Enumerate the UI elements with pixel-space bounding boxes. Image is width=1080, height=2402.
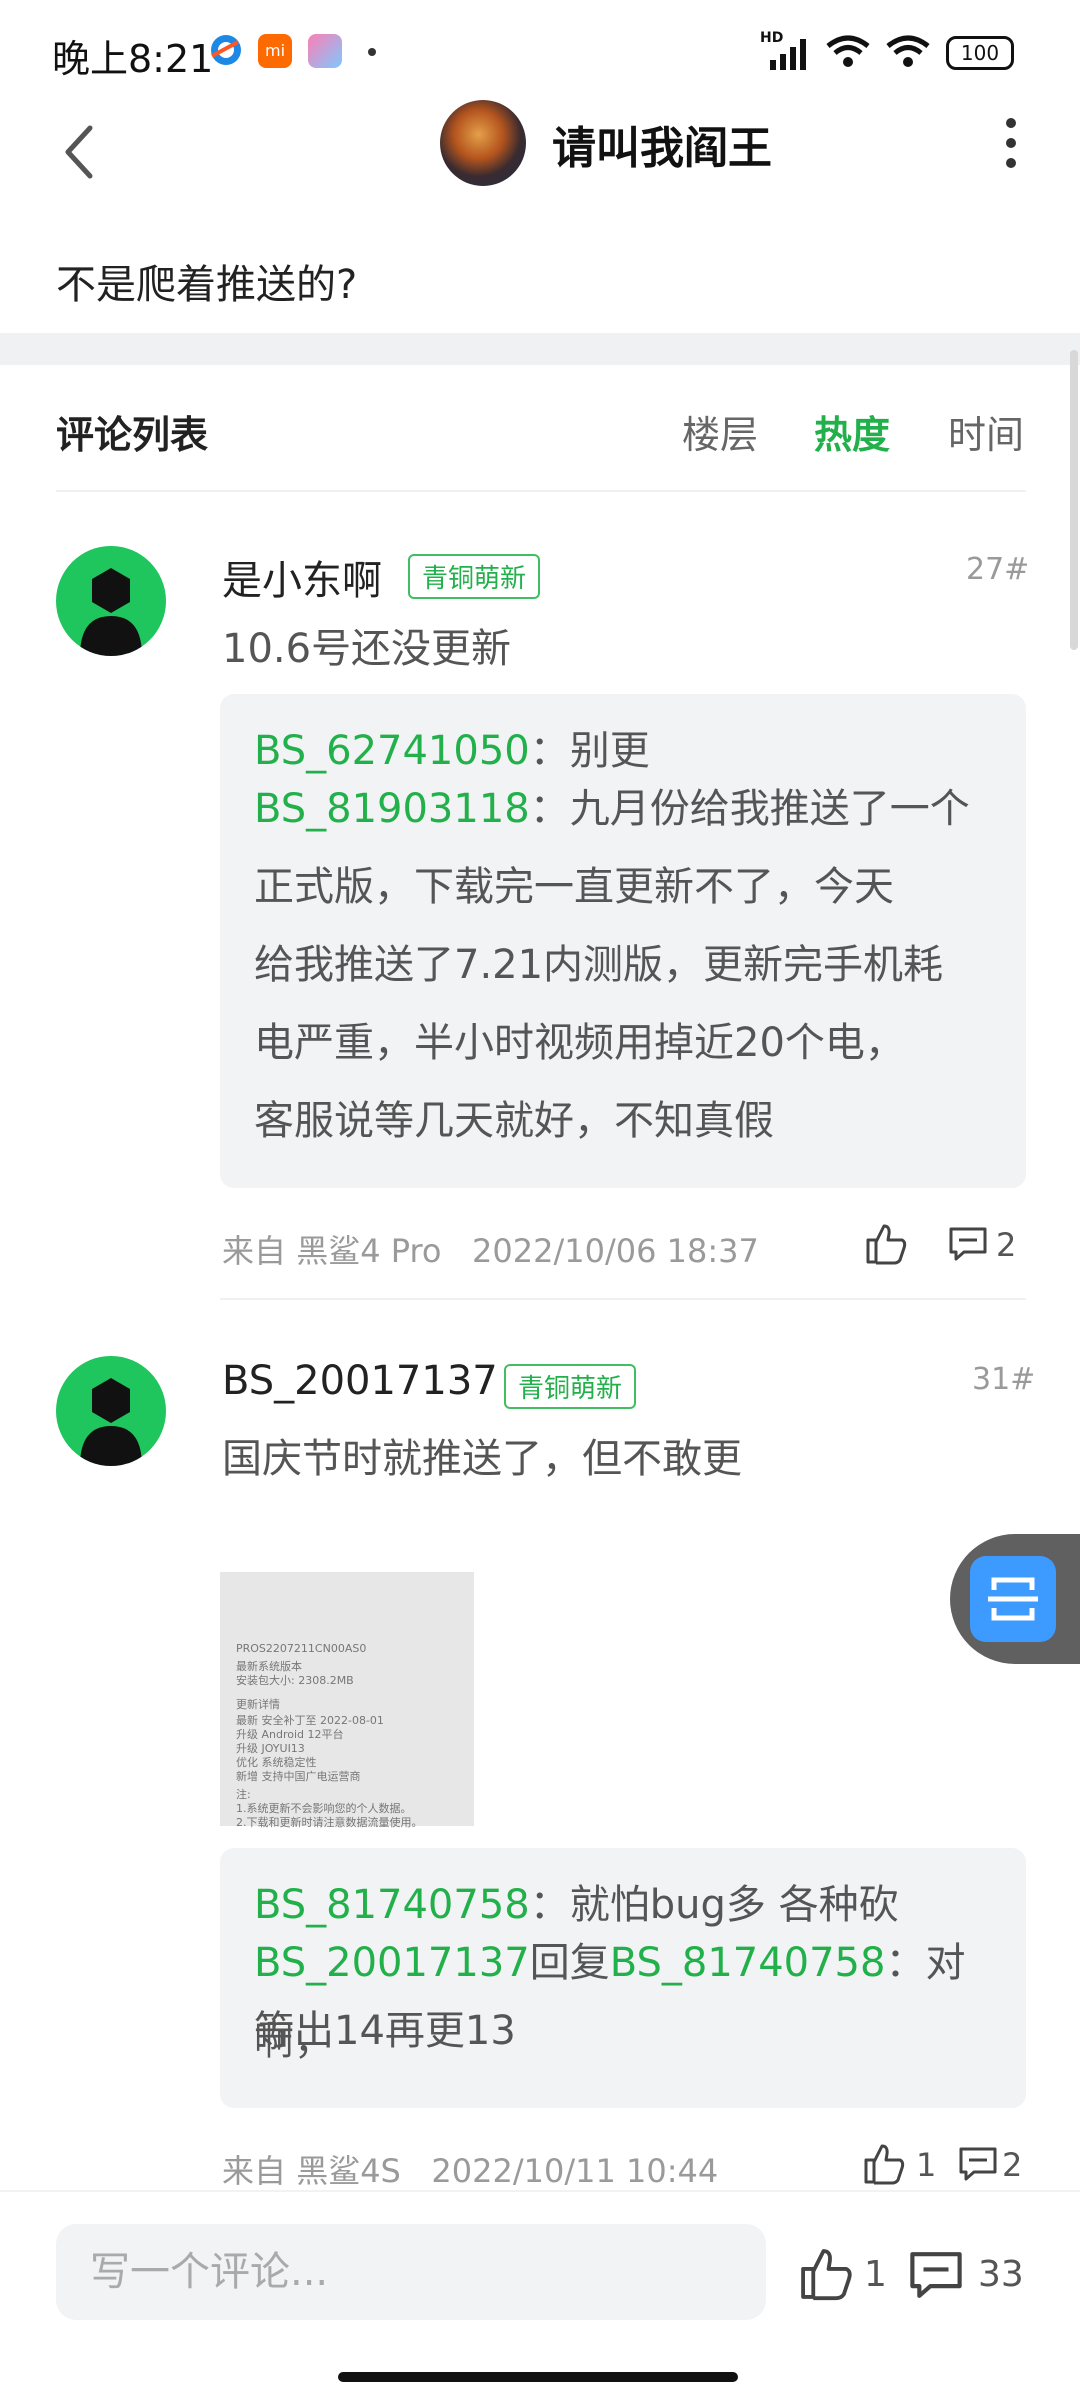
thumb-up-icon[interactable] (864, 1222, 908, 1266)
comment-username[interactable]: 是小东啊 (222, 548, 382, 606)
author-avatar[interactable] (440, 100, 526, 186)
device-name: 黑鲨4 Pro (296, 1232, 442, 1270)
sort-by-floor[interactable]: 楼层 (682, 404, 758, 459)
like-count: 1 (916, 2146, 937, 2184)
notification-dot (368, 48, 376, 56)
comment-datetime: 2022/10/06 18:37 (472, 1232, 759, 1270)
gallery-app-icon (308, 34, 342, 68)
comment-meta: 来自 黑鲨4 Pro 2022/10/06 18:37 (222, 1232, 759, 1270)
comment-image-thumbnail[interactable]: PROS2207211CN00AS0 最新系统版本 安装包大小: 2308.2M… (220, 1572, 474, 1829)
reply-count: 2 (1002, 2146, 1023, 2184)
comment-list-title: 评论列表 (56, 413, 209, 457)
reply-username[interactable]: BS_20017137 (254, 1940, 530, 1986)
cell-signal-icon (770, 39, 806, 70)
reply-box[interactable]: BS_81740758：就怕bug多 各种砍 BS_20017137回复BS_8… (220, 1848, 1026, 2108)
comment-icon[interactable] (908, 2250, 964, 2300)
top-app-bar (0, 96, 1080, 196)
commenter-avatar[interactable] (56, 1356, 166, 1466)
mi-app-icon: mi (258, 34, 292, 68)
status-time: 晚上8:21 (52, 37, 214, 81)
reply-count: 2 (996, 1226, 1017, 1264)
reply-target-username[interactable]: BS_81740758 (610, 1940, 886, 1986)
battery-icon: 100 (946, 36, 1014, 70)
sort-by-time[interactable]: 时间 (948, 404, 1024, 459)
browser-app-icon (211, 35, 241, 65)
section-divider (0, 333, 1080, 365)
comment-icon[interactable] (958, 2146, 998, 2182)
comment-icon[interactable] (948, 1226, 988, 1262)
comment-input[interactable] (56, 2224, 766, 2320)
post-like-count: 1 (864, 2254, 887, 2295)
user-level-badge: 青铜萌新 (504, 1364, 637, 1409)
reply-text-line: 给我推送了7.21内测版，更新完手机耗 (254, 942, 944, 988)
reply-text-line: 客服说等几天就好，不知真假 (254, 1098, 774, 1144)
scan-translate-button[interactable] (970, 1556, 1056, 1642)
back-arrow-icon[interactable] (60, 122, 100, 182)
scan-translate-icon (988, 1577, 1038, 1621)
reply-username[interactable]: BS_62741050 (254, 728, 530, 774)
floor-number: 31# (972, 1362, 1036, 1397)
post-text-tail: 不是爬着推送的? (56, 262, 358, 308)
reply-username[interactable]: BS_81740758 (254, 1882, 530, 1928)
device-name: 黑鲨4S (296, 2152, 401, 2190)
post-comment-count: 33 (978, 2254, 1024, 2295)
sort-by-hot[interactable]: 热度 (814, 404, 890, 459)
more-vertical-icon[interactable] (1004, 118, 1018, 174)
thumb-up-icon[interactable] (862, 2142, 906, 2186)
comment-username[interactable]: BS_20017137 (222, 1358, 498, 1404)
user-level-badge: 青铜萌新 (408, 554, 541, 599)
wifi-icon (826, 35, 870, 67)
comment-datetime: 2022/10/11 10:44 (431, 2152, 719, 2190)
wifi-icon-2 (886, 35, 930, 67)
page-title: 请叫我阎王 (552, 123, 772, 174)
reply-text-line: 电严重，半小时视频用掉近20个电， (254, 1020, 905, 1066)
reply-item: BS_81903118：九月份给我推送了一个 (254, 786, 970, 832)
comment-text: 国庆节时就推送了，但不敢更 (222, 1436, 742, 1482)
reply-text-line: 等出14再更13 (254, 2008, 516, 2054)
status-bar: 晚上8:21 mi HD 100 (0, 0, 1080, 96)
default-user-icon (80, 568, 142, 656)
reply-text-line: 正式版，下载完一直更新不了，今天 (254, 864, 894, 910)
comment-divider (220, 1298, 1026, 1300)
scrollbar-thumb[interactable] (1070, 350, 1078, 650)
reply-box[interactable]: BS_62741050：别更 BS_81903118：九月份给我推送了一个 正式… (220, 694, 1026, 1188)
home-indicator[interactable] (338, 2372, 738, 2382)
default-user-icon (80, 1378, 142, 1466)
reply-username[interactable]: BS_81903118 (254, 786, 530, 832)
commenter-avatar[interactable] (56, 546, 166, 656)
comment-meta: 来自 黑鲨4S 2022/10/11 10:44 (222, 2152, 719, 2190)
floor-number: 27# (966, 552, 1030, 587)
comment-text: 10.6号还没更新 (222, 626, 512, 672)
thumb-up-icon[interactable] (798, 2246, 854, 2302)
list-header-divider (56, 490, 1026, 492)
